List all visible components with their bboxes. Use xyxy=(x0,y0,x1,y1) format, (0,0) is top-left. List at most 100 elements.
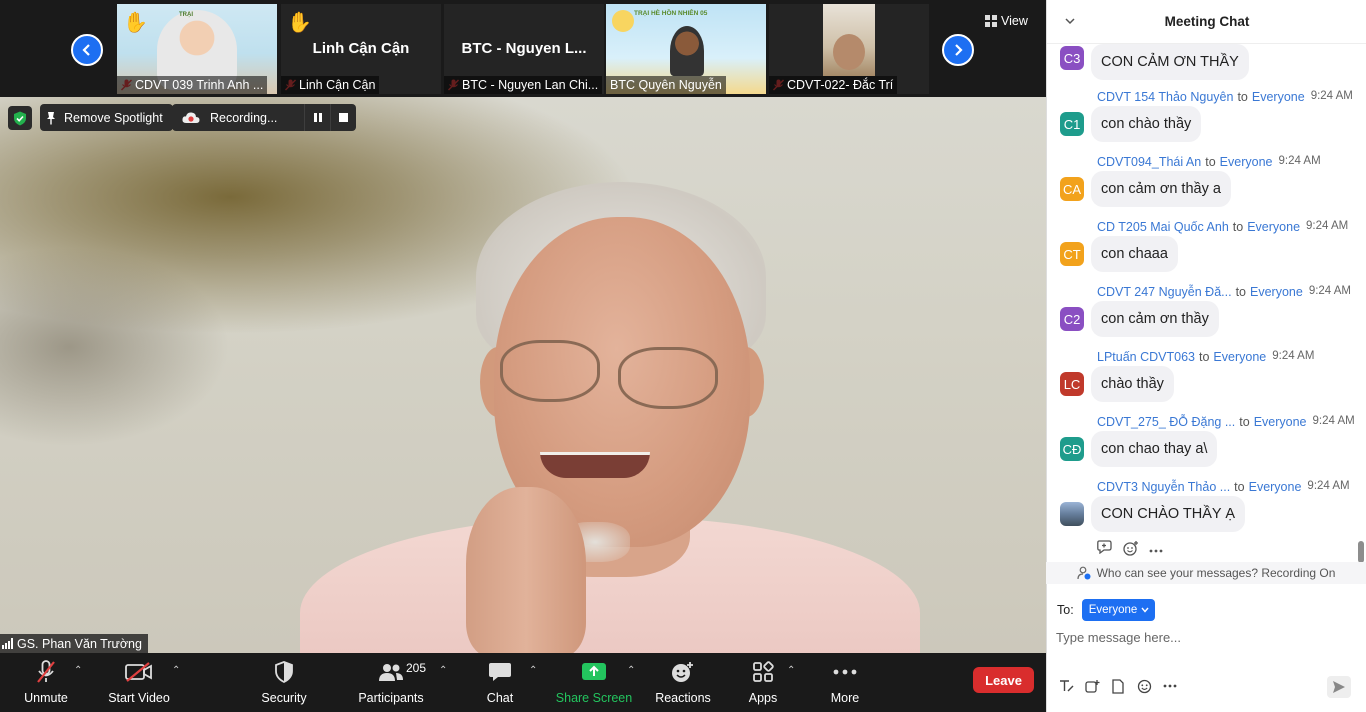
recipient-name: Everyone xyxy=(1251,90,1305,104)
participant-tile[interactable]: CDVT-022- Đắc Trí xyxy=(769,4,929,94)
to-word: to xyxy=(1205,155,1216,169)
avatar: C2 xyxy=(1060,307,1084,331)
stop-recording-button[interactable] xyxy=(330,104,356,131)
more-button[interactable]: More xyxy=(826,659,864,707)
security-label: Security xyxy=(261,691,307,705)
sender-name[interactable]: CDVT094_Thái An xyxy=(1097,155,1201,171)
sender-name[interactable]: CDVT3 Nguyễn Thảo ... xyxy=(1097,480,1230,496)
privacy-note-text: Who can see your messages? Recording On xyxy=(1096,566,1336,580)
sender-name[interactable]: CDVT_275_ ĐỖ Đặng ... xyxy=(1097,415,1235,431)
message-time: 9:24 AM xyxy=(1308,285,1352,297)
speaker-name-label: GS. Phan Văn Trường xyxy=(0,634,148,653)
share-options-caret[interactable]: ⌃ xyxy=(627,665,635,676)
recipient-name: Everyone xyxy=(1247,220,1301,234)
privacy-note[interactable]: Who can see your messages? Recording On xyxy=(1046,562,1366,584)
meeting-toolbar: Unmute ⌃ Start Video ⌃ Security 205 Part… xyxy=(0,653,1046,712)
to-word: to xyxy=(1232,220,1244,234)
view-label: View xyxy=(1001,14,1028,28)
tile-banner-text: TRẠI HÈ HỒN NHIÊN 05 xyxy=(634,10,708,17)
participants-options-caret[interactable]: ⌃ xyxy=(439,665,447,676)
participants-count: 205 xyxy=(406,661,427,675)
recipient-value: Everyone xyxy=(1088,604,1138,616)
message-meta: LPtuấn CDVT063 to Everyone 9:24 AM xyxy=(1097,350,1314,366)
chat-options-caret[interactable]: ⌃ xyxy=(529,665,537,676)
apps-label: Apps xyxy=(748,691,778,705)
participant-name: Linh Cận Cận xyxy=(281,76,380,94)
remove-spotlight-button[interactable]: Remove Spotlight xyxy=(40,104,173,131)
encryption-shield-button[interactable] xyxy=(8,106,32,130)
pause-recording-button[interactable] xyxy=(304,104,330,131)
file-icon[interactable] xyxy=(1110,678,1126,694)
unmute-button[interactable]: Unmute xyxy=(22,659,70,707)
chevron-left-icon xyxy=(82,44,90,56)
apps-button[interactable]: Apps xyxy=(745,659,781,707)
share-screen-button[interactable]: Share Screen xyxy=(556,659,632,707)
participant-video xyxy=(823,4,875,76)
more-dots-icon[interactable] xyxy=(1162,678,1178,694)
security-button[interactable]: Security xyxy=(258,659,310,707)
sender-name[interactable]: CD T205 Mai Quốc Anh xyxy=(1097,220,1229,236)
audio-options-caret[interactable]: ⌃ xyxy=(74,665,82,676)
recording-label: Recording... xyxy=(210,110,278,125)
participant-tile[interactable]: TRẠI HÈ HỒN NHIÊN 05 BTC Quyên Nguyễn xyxy=(606,4,766,94)
participant-name: BTC - Nguyen Lan Chi... xyxy=(444,76,603,94)
avatar: CA xyxy=(1060,177,1084,201)
message-time: 9:24 AM xyxy=(1310,90,1353,102)
apps-options-caret[interactable]: ⌃ xyxy=(787,665,795,676)
chevron-down-icon[interactable] xyxy=(1065,16,1075,26)
format-text-icon[interactable] xyxy=(1058,678,1074,694)
view-button[interactable]: View xyxy=(985,12,1028,30)
message-input[interactable] xyxy=(1056,624,1346,650)
reply-icon[interactable] xyxy=(1097,540,1113,559)
video-options-caret[interactable]: ⌃ xyxy=(172,665,180,676)
leave-button[interactable]: Leave xyxy=(973,667,1034,693)
participants-label: Participants xyxy=(358,691,424,705)
message-bubble: con cảm ơn thầy a xyxy=(1091,171,1231,207)
cloud-recording-icon xyxy=(182,111,200,123)
compose-toolbar xyxy=(1058,678,1178,694)
smiley-plus-icon xyxy=(671,659,695,685)
chat-scrollbar[interactable] xyxy=(1358,541,1364,563)
video-off-icon xyxy=(125,659,153,685)
recording-indicator: Recording... xyxy=(172,104,356,131)
to-label: To: xyxy=(1057,603,1074,617)
unmute-label: Unmute xyxy=(24,691,68,705)
message-bubble: con chaaa xyxy=(1091,236,1178,272)
previous-page-button[interactable] xyxy=(71,34,103,66)
chat-message: CDVT_275_ ĐỖ Đặng ... to Everyone 9:24 A… xyxy=(1047,415,1357,475)
to-word: to xyxy=(1237,90,1248,104)
grid-view-icon xyxy=(985,15,997,27)
start-video-label: Start Video xyxy=(108,691,170,705)
sender-name[interactable]: CDVT 154 Thảo Nguyên xyxy=(1097,90,1233,106)
message-time: 9:24 AM xyxy=(1306,220,1349,232)
chat-button[interactable]: Chat xyxy=(480,659,520,707)
chat-label: Chat xyxy=(486,691,514,705)
emoji-icon[interactable] xyxy=(1136,678,1152,694)
send-button[interactable] xyxy=(1327,676,1351,698)
avatar: CĐ xyxy=(1060,437,1084,461)
message-bubble: con cảm ơn thầy xyxy=(1091,301,1219,337)
recipient-select[interactable]: Everyone xyxy=(1081,599,1156,621)
recipient-name: Everyone xyxy=(1248,480,1302,494)
reactions-button[interactable]: Reactions xyxy=(654,659,712,707)
chat-message: LPtuấn CDVT063 to Everyone 9:24 AM LC ch… xyxy=(1047,350,1357,410)
recipient-name: Everyone xyxy=(1253,415,1307,429)
avatar: C1 xyxy=(1060,112,1084,136)
start-video-button[interactable]: Start Video xyxy=(106,659,172,707)
next-page-button[interactable] xyxy=(942,34,974,66)
add-reaction-icon[interactable] xyxy=(1123,540,1139,559)
chat-message-list[interactable]: C3 CON CẢM ƠN THẦY CDVT 154 Thảo Nguyên … xyxy=(1047,44,1366,562)
message-meta: CD T205 Mai Quốc Anh to Everyone 9:24 AM xyxy=(1097,220,1348,236)
participant-tile[interactable]: ✋ Linh Cận Cận Linh Cận Cận xyxy=(281,4,441,94)
participant-tile[interactable]: BTC - Nguyen L... BTC - Nguyen Lan Chi..… xyxy=(444,4,604,94)
message-time: 9:24 AM xyxy=(1272,350,1315,362)
more-dots-icon[interactable] xyxy=(1149,540,1163,559)
sender-name[interactable]: CDVT 247 Nguyễn Đă... xyxy=(1097,285,1232,301)
shield-icon xyxy=(274,659,294,685)
participants-button[interactable]: 205 Participants xyxy=(356,659,426,707)
participant-tile[interactable]: ✋ TRẠI CDVT 039 Trinh Anh ... xyxy=(117,4,277,94)
sender-name[interactable]: LPtuấn CDVT063 xyxy=(1097,350,1195,366)
screenshot-icon[interactable] xyxy=(1084,678,1100,694)
send-icon xyxy=(1333,681,1345,693)
raised-hand-icon: ✋ xyxy=(287,12,312,34)
